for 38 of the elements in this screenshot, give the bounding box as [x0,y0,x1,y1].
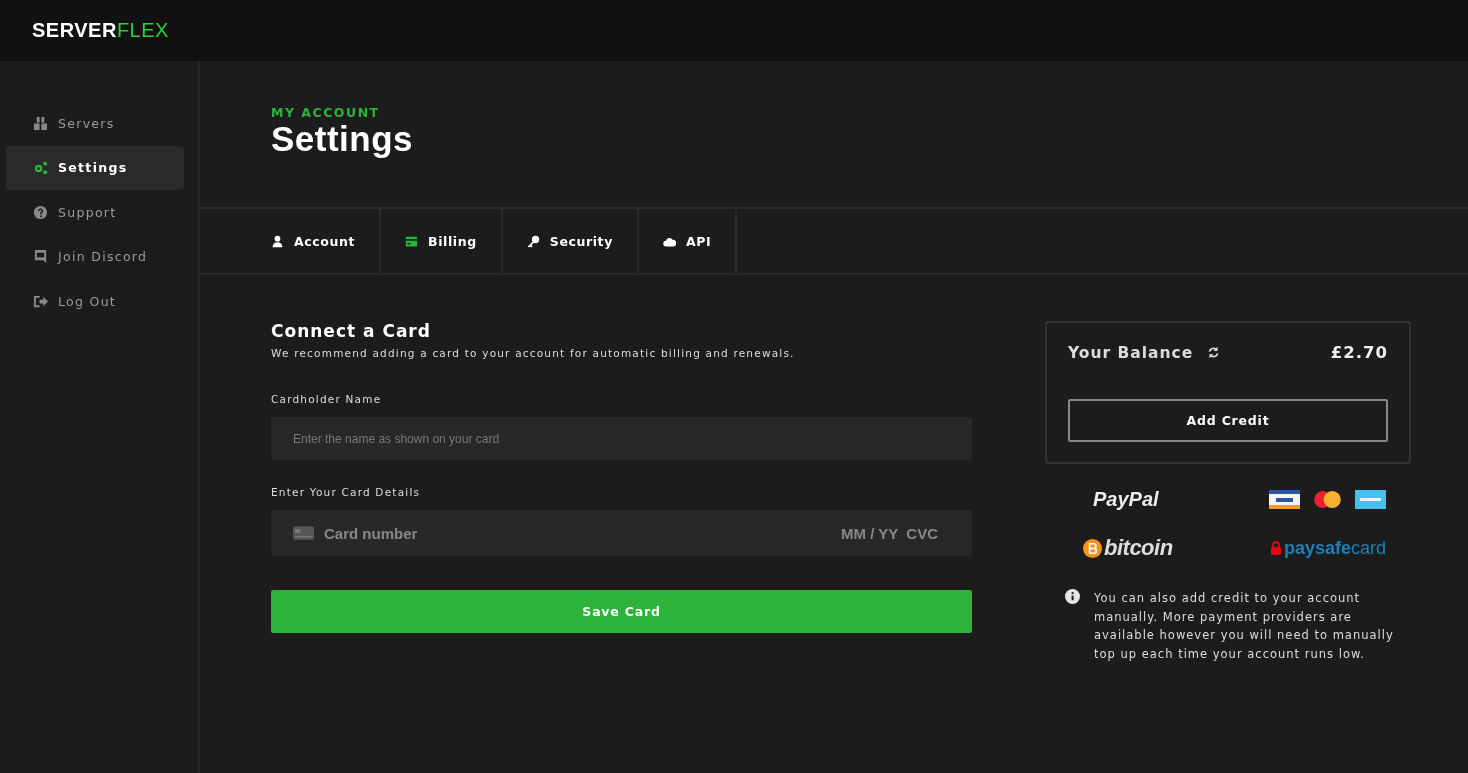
field-label: Enter Your Card Details [271,486,422,498]
section-description: We recommend adding a card to your account for automatic billing and renewals. [271,347,796,359]
sidebar-item[interactable]: Support [6,190,184,234]
boxes-icon [33,115,48,131]
sidebar-item[interactable]: Settings [6,145,184,190]
sidebar-item[interactable]: Join Discord [6,234,184,279]
add-credit-button[interactable]: Add Credit [1068,399,1388,442]
section-title: Connect a Card [271,321,432,341]
paysafecard-logo: paysafecard [1283,537,1386,559]
tab[interactable]: Security [502,209,639,273]
balance-label: Your Balance [1068,343,1194,362]
overlapping-circles-icon [1312,490,1343,509]
cardholder-name-field[interactable]: Enter the name as shown on your card [271,417,972,460]
page-title: Settings [271,120,415,159]
field-label: Cardholder Name [271,393,383,405]
info-text: You can also add credit to your account manually. More payment providers are available however you will need to manually top up each time your account runs low. [1094,590,1394,663]
page-eyebrow: MY ACCOUNT [271,105,381,120]
card-icon [1269,490,1300,509]
sidebar-item[interactable]: Servers [6,101,184,145]
info-icon [1065,589,1080,604]
paypal-logo: PayPal [1093,488,1159,511]
card-icon [1355,490,1386,509]
help-icon [33,204,48,220]
gears-icon [33,160,48,175]
card-details-field[interactable]: Card number MM / YY CVC [271,510,972,556]
tab[interactable]: API [638,209,738,273]
sidebar-item[interactable]: Log Out [6,279,184,323]
padlock-icon [1270,541,1281,555]
tab[interactable]: Account [200,209,382,273]
refresh-icon[interactable] [1207,346,1221,359]
logout-icon [33,293,48,309]
logo[interactable]: SERVERFLEX [32,19,169,42]
chat-icon [33,249,48,264]
card-icon [293,526,314,540]
coin-icon [1083,538,1102,558]
bitcoin-logo: bitcoin [1104,535,1173,561]
tab[interactable]: Billing [381,209,503,273]
balance-amount: £2.70 [1330,343,1388,362]
